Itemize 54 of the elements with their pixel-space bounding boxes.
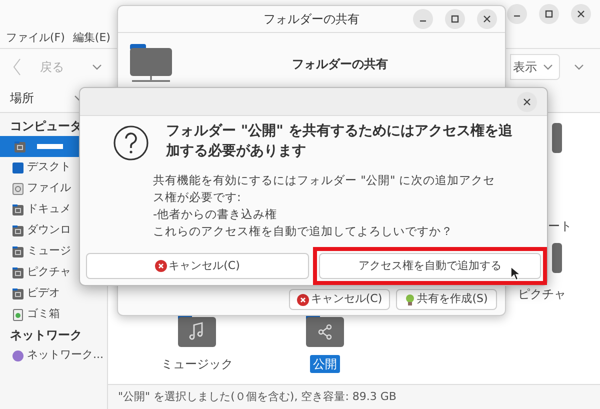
close-button[interactable] [517, 92, 537, 112]
mouse-cursor-icon [510, 266, 520, 281]
chevron-down-icon [92, 64, 102, 70]
sidebar-item[interactable]: ビデオ [0, 283, 107, 304]
maximize-button[interactable] [539, 4, 559, 24]
menu-item[interactable]: 編集(E) [72, 30, 110, 46]
sidebar-item[interactable]: ダウンロ [0, 220, 107, 241]
shared-folder-icon [130, 44, 172, 84]
dialog-heading: フォルダーの共有 [292, 56, 388, 73]
redacted-bar [37, 144, 63, 149]
lightbulb-icon [405, 294, 416, 306]
cancel-icon [154, 260, 167, 272]
network-icon [12, 350, 24, 362]
close-icon [576, 9, 586, 19]
view-dropdown[interactable]: 表示 [510, 54, 560, 80]
file-label[interactable]: ート [548, 217, 572, 235]
trash-icon [12, 308, 24, 320]
places-label: 場所 [10, 90, 34, 107]
sidebar-item[interactable]: ゴミ箱 [0, 304, 107, 325]
file-label[interactable]: ミュージック [158, 355, 236, 373]
question-icon [113, 125, 149, 161]
status-bar: "公開" を選択しました(０個を含む), 空き容量: 89.3 GB [108, 384, 600, 409]
sidebar-item[interactable]: デスクト [0, 157, 107, 178]
maximize-icon [544, 9, 554, 19]
desktop-icon [12, 162, 24, 174]
sidebar-item[interactable]: ファイル [0, 178, 107, 199]
dialog-button[interactable]: キャンセル(C) [84, 251, 310, 281]
maximize-icon [450, 14, 460, 24]
sidebar-item[interactable]: ネットワーク... [0, 345, 107, 366]
chevron-down-icon [543, 64, 553, 70]
close-button[interactable] [571, 4, 591, 24]
home-folder-icon [14, 140, 26, 152]
shared-folder-icon[interactable] [306, 315, 344, 347]
dialog-button[interactable]: キャンセル(C) [289, 289, 390, 310]
sidebar-header: ネットワーク [9, 327, 83, 344]
sidebar-item[interactable]: ドキュメ [0, 199, 107, 220]
cancel-icon [296, 294, 309, 306]
file-label[interactable]: ピクチャ [518, 285, 566, 303]
close-icon [482, 14, 492, 24]
dialog-button[interactable]: アクセス権を自動で追加する [312, 247, 547, 285]
window-title: フォルダーの共有 [264, 11, 360, 28]
alert-message: -他者からの書き込み権 [153, 206, 278, 223]
alert-title: フォルダー "公開" を共有するためにはアクセス権を追加する必要があります [166, 122, 514, 161]
alert-message: 共有機能を有効にするにはフォルダー "公開" に次の追加アクセス権が必要です: [153, 172, 496, 206]
close-button[interactable] [477, 9, 497, 29]
close-icon [522, 96, 532, 106]
dialog-button[interactable]: 共有を作成(S) [396, 289, 497, 310]
menu-item[interactable]: ファイル(F) [6, 30, 65, 46]
file-label[interactable]: 公開 [310, 355, 340, 373]
disk-icon [12, 182, 24, 194]
music-folder-icon[interactable] [178, 315, 216, 347]
maximize-button[interactable] [445, 9, 465, 29]
chevron-down-icon [574, 64, 584, 70]
alert-message: これらのアクセス権を自動で追加してよろしいですか？ [153, 223, 454, 240]
